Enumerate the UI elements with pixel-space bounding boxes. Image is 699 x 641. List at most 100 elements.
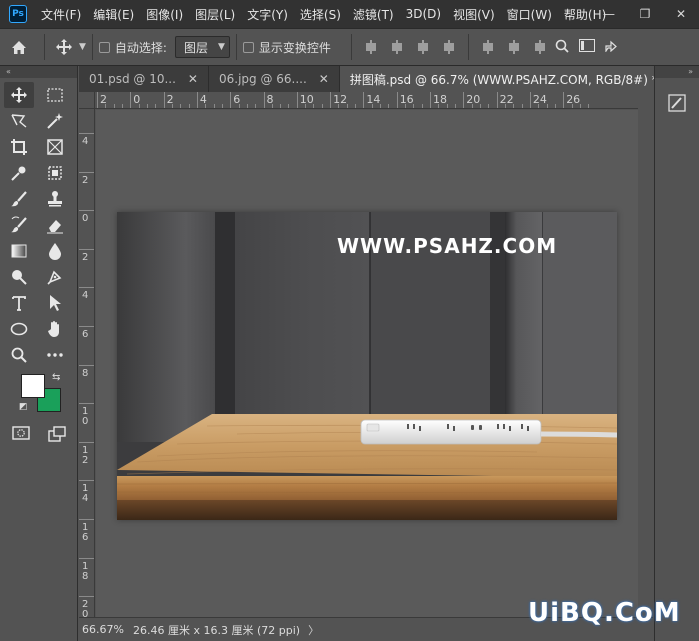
minimize-button[interactable]: —	[591, 0, 627, 28]
gradient-tool-icon[interactable]	[4, 238, 34, 264]
ruler-tick	[97, 92, 98, 108]
magic-wand-tool-icon[interactable]	[40, 108, 70, 134]
auto-select-checkbox[interactable]	[98, 41, 110, 53]
align-right-icon[interactable]	[416, 40, 430, 54]
ruler-tick	[496, 92, 498, 108]
workspace-icon[interactable]	[578, 39, 595, 55]
brush-tool-icon[interactable]	[4, 186, 34, 212]
history-brush-tool-icon[interactable]	[4, 212, 34, 238]
document-canvas[interactable]: WWW.PSAHZ.COM	[117, 212, 617, 520]
menu-select[interactable]: 选择(S)	[294, 6, 347, 23]
zoom-tool-icon[interactable]	[4, 342, 34, 368]
frame-tool-icon[interactable]	[40, 134, 70, 160]
ruler-minor-tick	[421, 104, 423, 108]
tab-active-document[interactable]: 拼图稿.psd @ 66.7% (WWW.PSAHZ.COM, RGB/8#) …	[339, 66, 669, 92]
ruler-minor-tick	[105, 104, 107, 108]
tools-panel: « ⇆ ◩	[0, 66, 78, 641]
ruler-tick	[79, 557, 94, 559]
type-tool-icon[interactable]	[4, 290, 34, 316]
close-icon[interactable]: ✕	[188, 72, 198, 86]
home-icon[interactable]	[0, 32, 38, 62]
menu-3d[interactable]: 3D(D)	[400, 7, 447, 21]
menu-type[interactable]: 文字(Y)	[241, 6, 294, 23]
restore-button[interactable]: ❐	[627, 0, 663, 28]
ruler-minor-tick	[371, 104, 373, 108]
ellipse-tool-icon[interactable]	[4, 316, 34, 342]
separator	[91, 34, 93, 60]
eyedropper-tool-icon[interactable]	[4, 160, 34, 186]
show-transform-checkbox[interactable]	[242, 41, 254, 53]
stamp-tool-icon[interactable]	[40, 186, 70, 212]
patch-tool-icon[interactable]	[40, 160, 70, 186]
eraser-tool-icon[interactable]	[40, 212, 70, 238]
ruler-minor-tick	[113, 104, 115, 108]
quick-mask-icon[interactable]	[12, 426, 30, 445]
menu-file[interactable]: 文件(F)	[35, 6, 87, 23]
status-menu-arrow-icon[interactable]: 〉	[308, 622, 319, 638]
menu-edit[interactable]: 编辑(E)	[87, 6, 140, 23]
align-left-icon[interactable]	[364, 40, 378, 54]
foreground-color-swatch[interactable]	[21, 374, 45, 398]
more-tools-icon[interactable]	[40, 342, 70, 368]
close-button[interactable]: ✕	[663, 0, 699, 28]
crop-tool-icon[interactable]	[4, 134, 34, 160]
marquee-tool-icon[interactable]	[40, 82, 70, 108]
ruler-tick	[79, 133, 94, 134]
blur-tool-icon[interactable]	[40, 238, 70, 264]
dodge-tool-icon[interactable]	[4, 264, 34, 290]
expand-panels-button[interactable]: »	[655, 66, 699, 78]
canvas-artwork	[117, 212, 617, 520]
menu-view[interactable]: 视图(V)	[447, 6, 501, 23]
vertical-ruler[interactable]: 4202468101214161820	[79, 109, 95, 617]
tab-06-jpg[interactable]: 06.jpg @ 66.... ✕	[209, 66, 340, 92]
properties-panel-icon[interactable]	[666, 92, 688, 114]
separator	[350, 34, 352, 60]
swap-colors-icon[interactable]: ⇆	[52, 372, 60, 383]
zoom-level-field[interactable]: 66.67%	[79, 623, 125, 636]
ruler-minor-tick	[180, 104, 182, 108]
ruler-origin[interactable]	[79, 92, 95, 109]
move-tool-icon[interactable]	[4, 82, 34, 108]
chevron-down-icon[interactable]: ▼	[79, 42, 86, 52]
align-vertical-center-icon[interactable]	[507, 40, 521, 54]
default-colors-icon[interactable]: ◩	[19, 402, 28, 412]
align-horizontal-center-icon[interactable]	[390, 40, 404, 54]
pen-tool-icon[interactable]	[40, 264, 70, 290]
ruler-minor-tick	[255, 104, 257, 108]
ruler-minor-tick	[213, 104, 215, 108]
photoshop-logo[interactable]: Ps	[9, 5, 27, 23]
ruler-tick	[430, 92, 431, 108]
ruler-minor-tick	[205, 104, 207, 108]
share-icon[interactable]	[605, 40, 617, 55]
separator	[44, 34, 45, 60]
ruler-label: 26	[566, 93, 581, 106]
lasso-tool-icon[interactable]	[4, 108, 34, 134]
menu-bar: Ps 文件(F) 编辑(E) 图像(I) 图层(L) 文字(Y) 选择(S) 滤…	[0, 0, 699, 28]
collapse-toolbar-button[interactable]: «	[0, 66, 77, 78]
menu-layer[interactable]: 图层(L)	[189, 6, 241, 23]
tab-01-psd[interactable]: 01.psd @ 10... ✕	[79, 66, 209, 92]
ruler-minor-tick	[446, 104, 448, 108]
move-tool-icon[interactable]: ▼	[55, 38, 86, 56]
close-icon[interactable]: ✕	[319, 72, 329, 86]
search-icon[interactable]	[555, 39, 569, 56]
screen-mode-icon[interactable]	[48, 426, 66, 445]
path-selection-tool-icon[interactable]	[40, 290, 70, 316]
ruler-minor-tick	[138, 104, 140, 108]
ruler-minor-tick	[513, 104, 515, 108]
menu-filter[interactable]: 滤镜(T)	[347, 6, 400, 23]
horizontal-ruler[interactable]: 2 0 2 4 6 8 10 12 14 16 18 20 22 24 26	[95, 92, 638, 109]
distribute-icon[interactable]	[442, 40, 456, 54]
menu-window[interactable]: 窗口(W)	[501, 6, 558, 23]
hand-tool-icon[interactable]	[40, 316, 70, 342]
ruler-tick	[163, 92, 165, 108]
ruler-minor-tick	[346, 104, 348, 108]
auto-select-target-dropdown[interactable]: 图层 ▼	[174, 36, 230, 58]
options-bar: ▼ 自动选择: 图层 ▼ 显示变换控件	[0, 28, 699, 66]
menu-image[interactable]: 图像(I)	[140, 6, 189, 23]
ruler-minor-tick	[271, 104, 273, 108]
align-bottom-icon[interactable]	[533, 40, 547, 54]
ruler-minor-tick	[313, 104, 315, 108]
align-top-icon[interactable]	[481, 40, 495, 54]
ruler-label: 14	[366, 93, 381, 106]
